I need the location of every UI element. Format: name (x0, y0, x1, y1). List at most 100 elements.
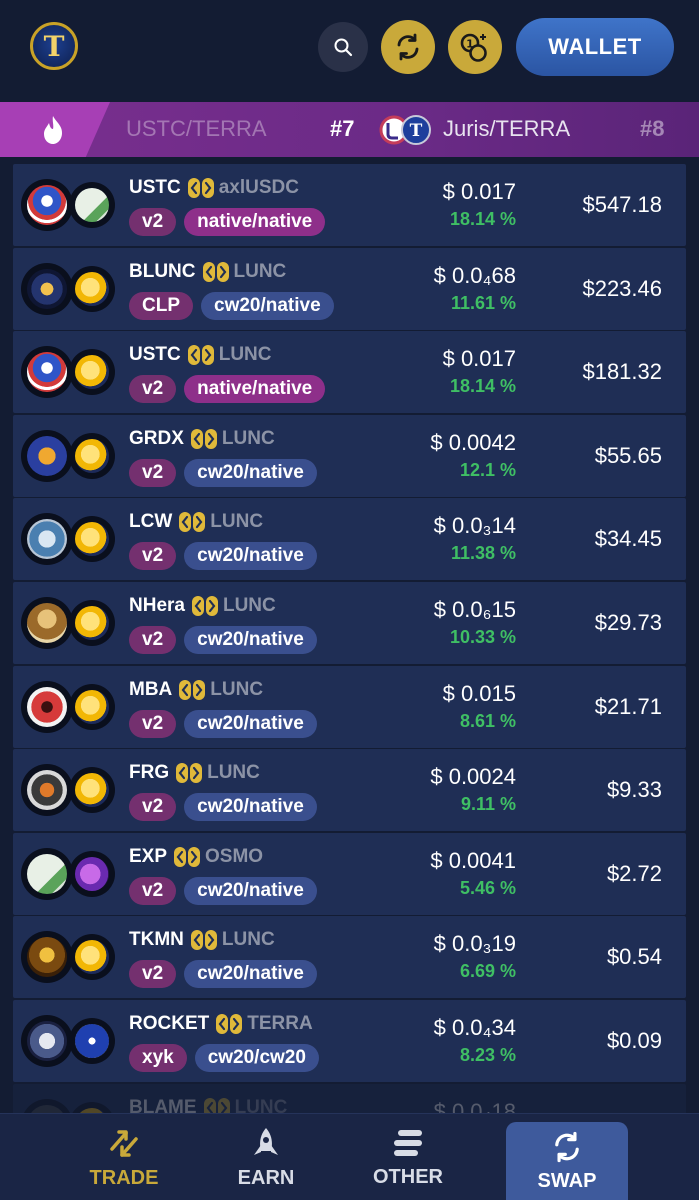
pool-badges: v2 cw20/native (129, 458, 317, 487)
pair-swap-icon (174, 846, 201, 867)
pool-type-badge: cw20/native (201, 291, 334, 320)
pool-type-badge: native/native (184, 208, 326, 236)
refresh-button[interactable] (381, 20, 435, 74)
ticker-rank: #7 (330, 116, 355, 141)
pair-name: BLUNC LUNC (129, 260, 286, 284)
luna-dark-token-icon (27, 268, 67, 309)
price-change: 18.14 % (449, 209, 516, 229)
pool-version-badge: v2 (129, 542, 177, 571)
pool-row[interactable]: EXP OSMO v2 cw20/native $ 0.0041 5.46 % $2.72 (13, 832, 686, 915)
pool-row[interactable]: MBA LUNC v2 cw20/native $ 0.015 8.61 % $21.71 (13, 665, 686, 748)
base-symbol: BLUNC (129, 260, 196, 282)
app-header: T 1 WALLET (0, 0, 699, 102)
pool-row[interactable]: FRG LUNC v2 cw20/native $ 0.0024 9.11 % $9.33 (13, 749, 686, 832)
pool-badges: v2 cw20/native (129, 960, 317, 989)
pool-badges: v2 cw20/native (129, 793, 317, 822)
tkmn-token-icon (27, 937, 67, 978)
search-button[interactable] (318, 22, 368, 72)
nav-earn[interactable]: EARN (206, 1114, 326, 1200)
token-price: $ 0.015 (442, 680, 516, 706)
pair-name: USTC LUNC (129, 343, 272, 367)
quote-token-avatar (69, 265, 115, 312)
token-price: $ 0.0₆15 (433, 597, 516, 622)
pool-row[interactable]: TKMN LUNC v2 cw20/native $ 0.0₃19 6.69 % $0.54 (13, 916, 686, 999)
token-price: $ 0.0₄34 (433, 1015, 516, 1040)
pool-volume: $0.09 (606, 1028, 662, 1053)
pair-swap-icon (187, 178, 214, 198)
quote-token-avatar (69, 182, 115, 228)
pool-volume: $9.33 (606, 777, 662, 803)
coins-button[interactable]: 1 (448, 20, 502, 74)
terraport-logo[interactable]: T (30, 22, 78, 70)
hera-token-icon (27, 603, 67, 643)
base-symbol: GRDX (129, 427, 184, 449)
luna-token-icon (75, 689, 109, 724)
pair-swap-icon (187, 345, 214, 366)
pair-swap-icon (190, 428, 217, 449)
pool-version-badge: v2 (129, 876, 177, 905)
quote-token-avatar (69, 1018, 115, 1064)
pool-badges: v2 cw20/native (129, 876, 317, 905)
pool-row[interactable]: USTC LUNC v2 native/native $ 0.017 18.14 % $18… (13, 331, 686, 414)
pool-row[interactable]: BLUNC LUNC CLP cw20/native $ 0.0₄68 11.61 % $2… (13, 247, 686, 330)
pair-swap-icon (191, 596, 218, 616)
nav-trade-label: TRADE (89, 1167, 159, 1189)
rocket-token-icon (27, 1021, 67, 1061)
quote-token-avatar (69, 349, 115, 396)
pair-name: MBA LUNC (129, 678, 263, 702)
flag-token-icon (27, 352, 67, 393)
token-price: $ 0.0041 (430, 847, 516, 873)
base-symbol: LCW (129, 511, 173, 533)
token-price: $ 0.0₄68 (433, 262, 516, 288)
grdx-token-icon (27, 435, 67, 476)
luna-token-icon (75, 438, 109, 473)
base-token-avatar (21, 346, 73, 399)
nav-other[interactable]: OTHER (348, 1114, 468, 1200)
nav-trade[interactable]: TRADE (64, 1114, 184, 1200)
pool-row[interactable]: LCW LUNC v2 cw20/native $ 0.0₃14 11.38 % $34.4… (13, 498, 686, 581)
pool-row[interactable]: GRDX LUNC v2 cw20/native $ 0.0042 12.1 % $55.6… (13, 414, 686, 497)
swap-icon (555, 1131, 579, 1163)
base-token-avatar (21, 1015, 73, 1067)
pool-type-badge: native/native (184, 375, 326, 404)
quote-token-avatar (69, 432, 115, 479)
pool-row[interactable]: NHera LUNC v2 cw20/native $ 0.0₆15 10.33 % $29… (13, 582, 686, 664)
quote-symbol: LUNC (218, 344, 272, 366)
logo-letter: T (43, 29, 65, 63)
base-token-avatar (21, 262, 73, 315)
bottom-nav: TRADE EARN OTHER SWAP (0, 1113, 699, 1200)
luna-token-icon (75, 271, 109, 306)
price-change: 8.61 % (459, 710, 516, 731)
quote-symbol: axlUSDC (218, 177, 299, 198)
wallet-button[interactable]: WALLET (516, 18, 674, 76)
pair-name: GRDX LUNC (129, 427, 275, 451)
terra-token-icon (75, 1024, 109, 1058)
trade-icon (110, 1130, 138, 1157)
price-change: 11.38 % (450, 543, 516, 564)
pool-version-badge: v2 (129, 458, 177, 487)
base-symbol: USTC (129, 344, 181, 366)
quote-symbol: TERRA (247, 1013, 313, 1034)
osmo-token-icon (75, 856, 109, 891)
pool-volume: $21.71 (594, 693, 662, 719)
ticker-next-rank: #8 (640, 116, 665, 141)
search-icon (334, 38, 353, 57)
quote-token-avatar (69, 600, 115, 646)
base-symbol: MBA (129, 678, 173, 700)
quote-token-avatar (69, 516, 115, 563)
pool-volume: $0.54 (606, 944, 662, 970)
nav-other-label: OTHER (373, 1166, 443, 1188)
base-symbol: FRG (129, 762, 170, 784)
token-price: $ 0.017 (442, 179, 516, 204)
pool-volume: $29.73 (594, 610, 662, 635)
pair-name: NHera LUNC (129, 594, 276, 618)
pool-row[interactable]: ROCKET TERRA xyk cw20/cw20 $ 0.0₄34 8.23 % $0.… (13, 1000, 686, 1082)
trending-ticker[interactable]: USTC/TERRA #7 T Juris/TERRA #8 (0, 102, 699, 157)
nav-swap[interactable]: SWAP (506, 1122, 628, 1200)
pool-type-badge: cw20/native (184, 709, 317, 738)
pool-version-badge: v2 (129, 960, 177, 989)
refresh-icon (397, 33, 419, 61)
pool-volume: $34.45 (594, 526, 662, 552)
pool-row[interactable]: USTC axlUSDC v2 native/native $ 0.017 18.14 %… (13, 164, 686, 246)
quote-symbol: LUNC (210, 511, 264, 533)
